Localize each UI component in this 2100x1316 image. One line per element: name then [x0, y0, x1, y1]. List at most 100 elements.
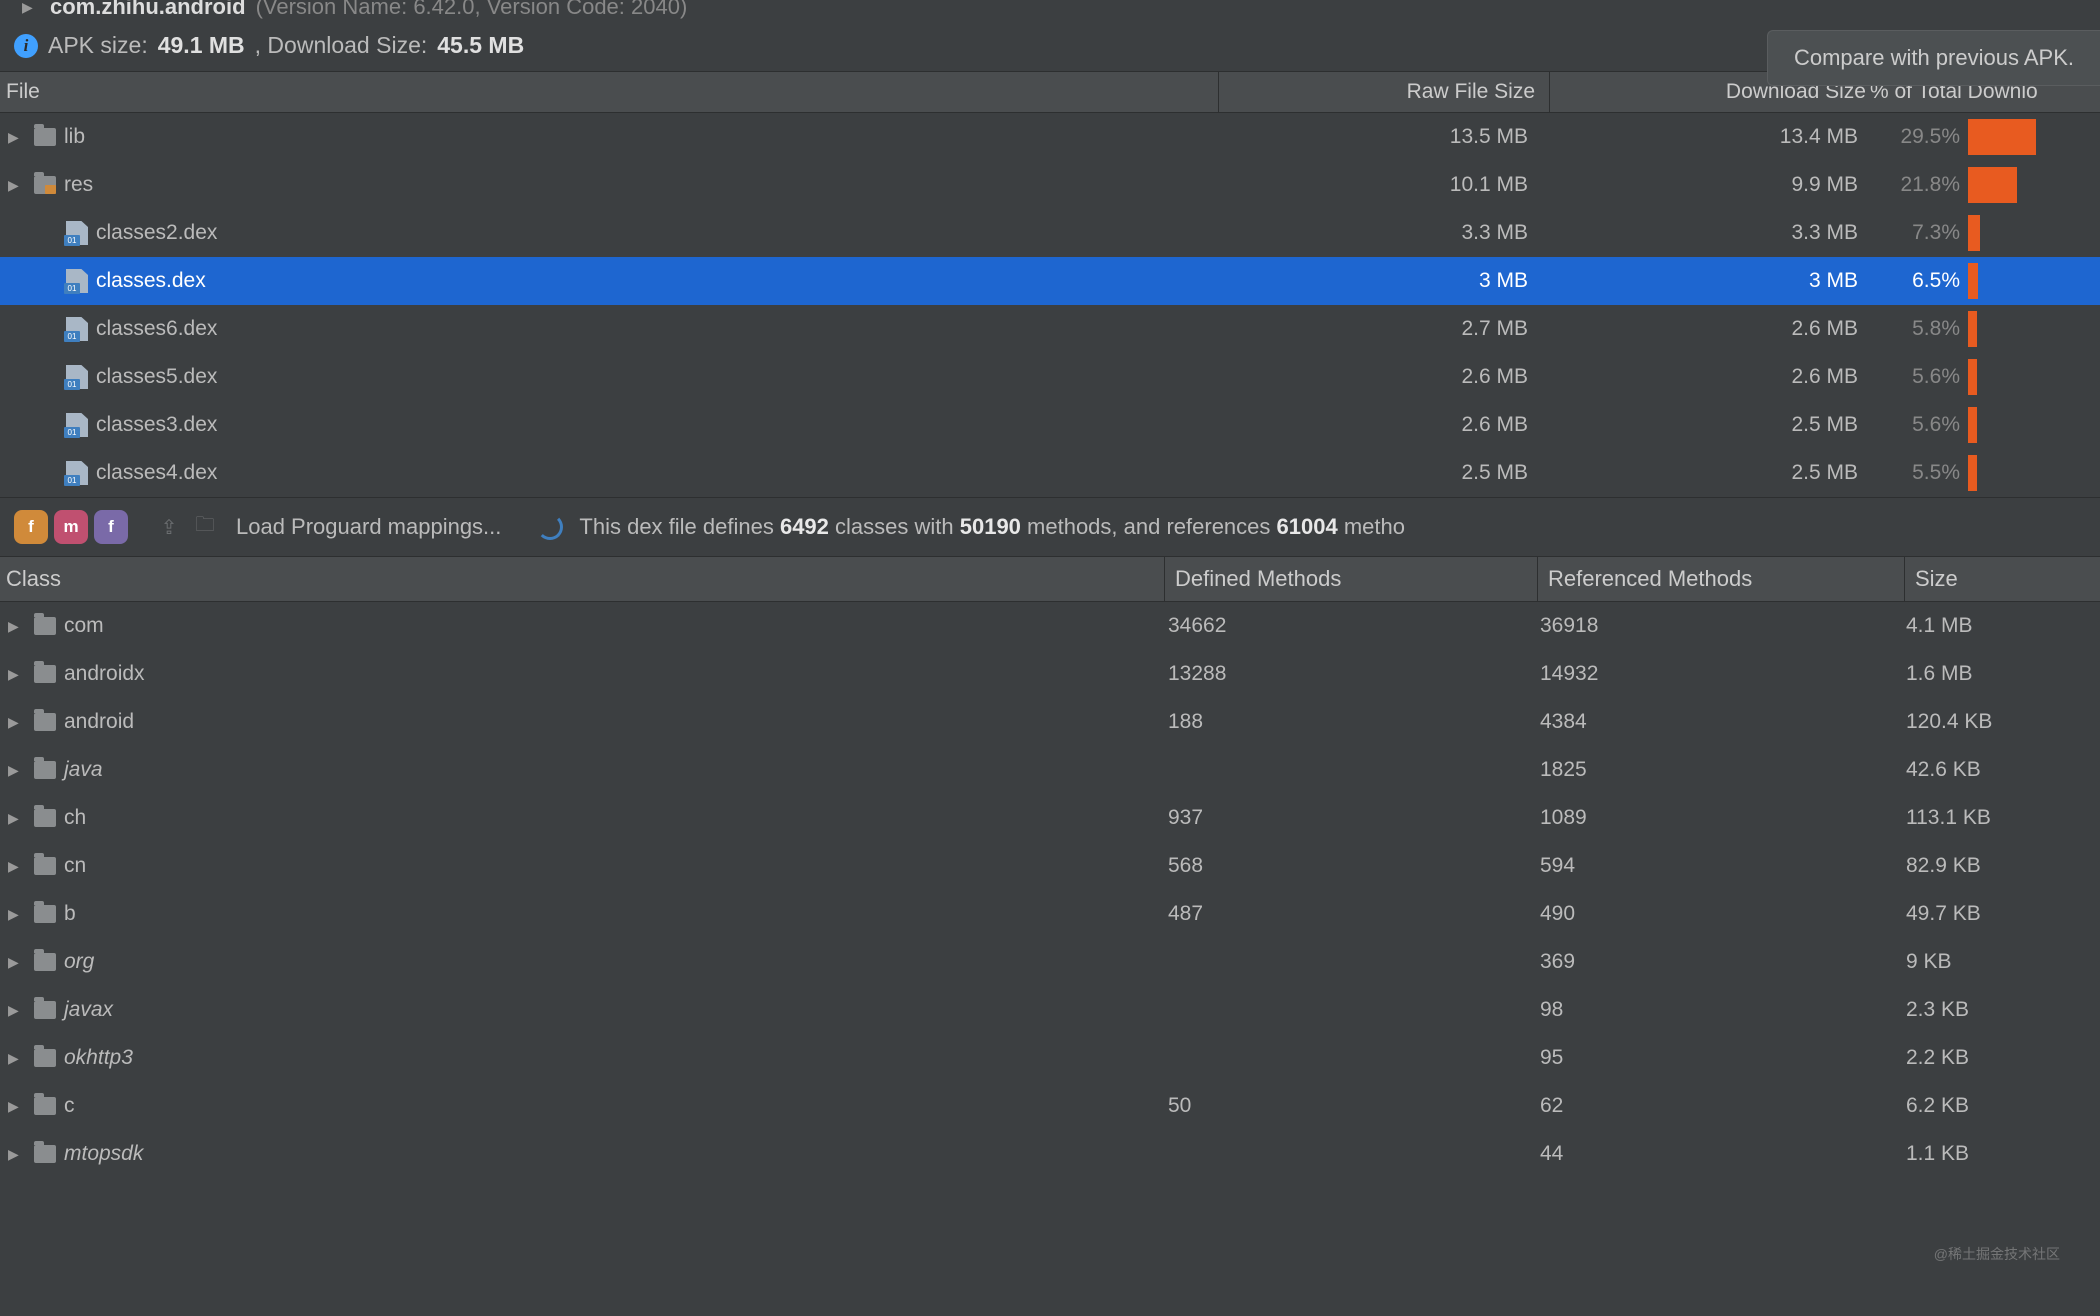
referenced-methods: 490	[1530, 902, 1896, 926]
package-icon	[34, 857, 56, 875]
referenced-methods: 4384	[1530, 710, 1896, 734]
referenced-methods: 1089	[1530, 806, 1896, 830]
file-row[interactable]: 01classes5.dex2.6 MB2.6 MB5.6%	[0, 353, 2100, 401]
class-row[interactable]: mtopsdk441.1 KB	[0, 1130, 2100, 1178]
expand-icon[interactable]	[8, 858, 20, 875]
file-name: classes3.dex	[96, 413, 217, 437]
expand-icon[interactable]	[8, 954, 20, 971]
percent-bar	[1968, 167, 2017, 203]
percent-bar	[1968, 359, 1977, 395]
apk-size-label: APK size:	[48, 32, 148, 59]
class-size: 1.6 MB	[1896, 662, 2100, 686]
class-row[interactable]: org3699 KB	[0, 938, 2100, 986]
expand-icon[interactable]	[8, 714, 20, 731]
expand-icon[interactable]	[8, 1002, 20, 1019]
filter-fields-icon[interactable]: f	[14, 510, 48, 544]
mapping-file-icon[interactable]: 🗀	[190, 512, 220, 542]
defined-methods: 937	[1158, 806, 1530, 830]
class-row[interactable]: android1884384120.4 KB	[0, 698, 2100, 746]
file-row[interactable]: res10.1 MB9.9 MB21.8%	[0, 161, 2100, 209]
nav-up-icon[interactable]: ⇪	[154, 512, 184, 542]
class-row[interactable]: cn56859482.9 KB	[0, 842, 2100, 890]
file-name: lib	[64, 125, 85, 149]
file-name: classes.dex	[96, 269, 206, 293]
dex-file-icon: 01	[66, 461, 88, 485]
file-row[interactable]: 01classes4.dex2.5 MB2.5 MB5.5%	[0, 449, 2100, 497]
class-row[interactable]: b48749049.7 KB	[0, 890, 2100, 938]
load-proguard-button[interactable]: Load Proguard mappings...	[236, 514, 501, 540]
expand-icon[interactable]	[8, 1146, 20, 1163]
class-name: cn	[64, 854, 86, 878]
class-row[interactable]: com34662369184.1 MB	[0, 602, 2100, 650]
col-raw-size[interactable]: Raw File Size	[1219, 72, 1550, 112]
file-list: lib13.5 MB13.4 MB29.5%res10.1 MB9.9 MB21…	[0, 113, 2100, 497]
col-defined-methods[interactable]: Defined Methods	[1165, 557, 1538, 601]
class-name: com	[64, 614, 104, 638]
raw-size: 2.7 MB	[1212, 317, 1542, 341]
package-icon	[34, 1001, 56, 1019]
raw-size: 10.1 MB	[1212, 173, 1542, 197]
dex-summary: This dex file defines 6492 classes with …	[579, 514, 1405, 540]
expand-icon[interactable]	[8, 129, 20, 146]
defined-methods: 34662	[1158, 614, 1530, 638]
percent-value: 21.8%	[1870, 173, 1968, 197]
expand-icon[interactable]	[8, 666, 20, 683]
package-icon	[34, 1145, 56, 1163]
file-row[interactable]: 01 classes3.dex 2.6 MB2.5 MB5.6%	[0, 401, 2100, 449]
class-row[interactable]: okhttp3952.2 KB	[0, 1034, 2100, 1082]
class-size: 4.1 MB	[1896, 614, 2100, 638]
raw-size: 13.5 MB	[1212, 125, 1542, 149]
file-name: classes4.dex	[96, 461, 217, 485]
class-size: 2.3 KB	[1896, 998, 2100, 1022]
defined-methods: 50	[1158, 1094, 1530, 1118]
package-icon	[34, 809, 56, 827]
folder-icon	[34, 176, 56, 194]
download-size: 2.6 MB	[1542, 317, 1870, 341]
class-size: 42.6 KB	[1896, 758, 2100, 782]
expand-icon[interactable]	[8, 618, 20, 635]
class-row[interactable]: javax982.3 KB	[0, 986, 2100, 1034]
class-size: 2.2 KB	[1896, 1046, 2100, 1070]
file-row[interactable]: 01classes2.dex3.3 MB3.3 MB7.3%	[0, 209, 2100, 257]
col-file[interactable]: File	[0, 72, 1219, 112]
expand-icon[interactable]	[8, 1050, 20, 1067]
package-icon	[34, 761, 56, 779]
download-size: 2.6 MB	[1542, 365, 1870, 389]
download-size: 2.5 MB	[1542, 413, 1870, 437]
percent-bar	[1968, 215, 1980, 251]
file-row[interactable]: lib13.5 MB13.4 MB29.5%	[0, 113, 2100, 161]
expand-icon[interactable]	[8, 1098, 20, 1115]
expand-icon[interactable]	[8, 906, 20, 923]
apk-header: com.zhihu.android (Version Name: 6.42.0,…	[0, 0, 2100, 71]
dex-file-icon: 01	[66, 413, 88, 437]
file-row[interactable]: 01classes.dex3 MB3 MB6.5%	[0, 257, 2100, 305]
percent-bar	[1968, 455, 1977, 491]
col-referenced-methods[interactable]: Referenced Methods	[1538, 557, 1905, 601]
filter-methods-icon[interactable]: m	[54, 510, 88, 544]
percent-bar	[1968, 119, 2036, 155]
dex-file-icon: 01	[66, 317, 88, 341]
col-size[interactable]: Size	[1905, 557, 2100, 601]
class-row[interactable]: java182542.6 KB	[0, 746, 2100, 794]
expand-icon[interactable]	[22, 0, 34, 16]
col-class[interactable]: Class	[0, 557, 1165, 601]
referenced-methods: 369	[1530, 950, 1896, 974]
expand-icon[interactable]	[8, 762, 20, 779]
dex-file-icon: 01	[66, 269, 88, 293]
download-size: 3.3 MB	[1542, 221, 1870, 245]
class-row[interactable]: c50626.2 KB	[0, 1082, 2100, 1130]
file-row[interactable]: 01classes6.dex2.7 MB2.6 MB5.8%	[0, 305, 2100, 353]
expand-icon[interactable]	[8, 177, 20, 194]
class-size: 9 KB	[1896, 950, 2100, 974]
class-list: com34662369184.1 MBandroidx13288149321.6…	[0, 602, 2100, 1178]
compare-apk-button[interactable]: Compare with previous APK.	[1767, 30, 2100, 86]
percent-bar	[1968, 263, 1978, 299]
percent-bar	[1968, 311, 1977, 347]
expand-icon[interactable]	[8, 810, 20, 827]
filter-refs-icon[interactable]: f	[94, 510, 128, 544]
percent-value: 5.6%	[1870, 413, 1968, 437]
class-row[interactable]: ch9371089113.1 KB	[0, 794, 2100, 842]
dl-size-label: , Download Size:	[255, 32, 428, 59]
raw-size: 2.6 MB	[1212, 413, 1542, 437]
class-row[interactable]: androidx13288149321.6 MB	[0, 650, 2100, 698]
